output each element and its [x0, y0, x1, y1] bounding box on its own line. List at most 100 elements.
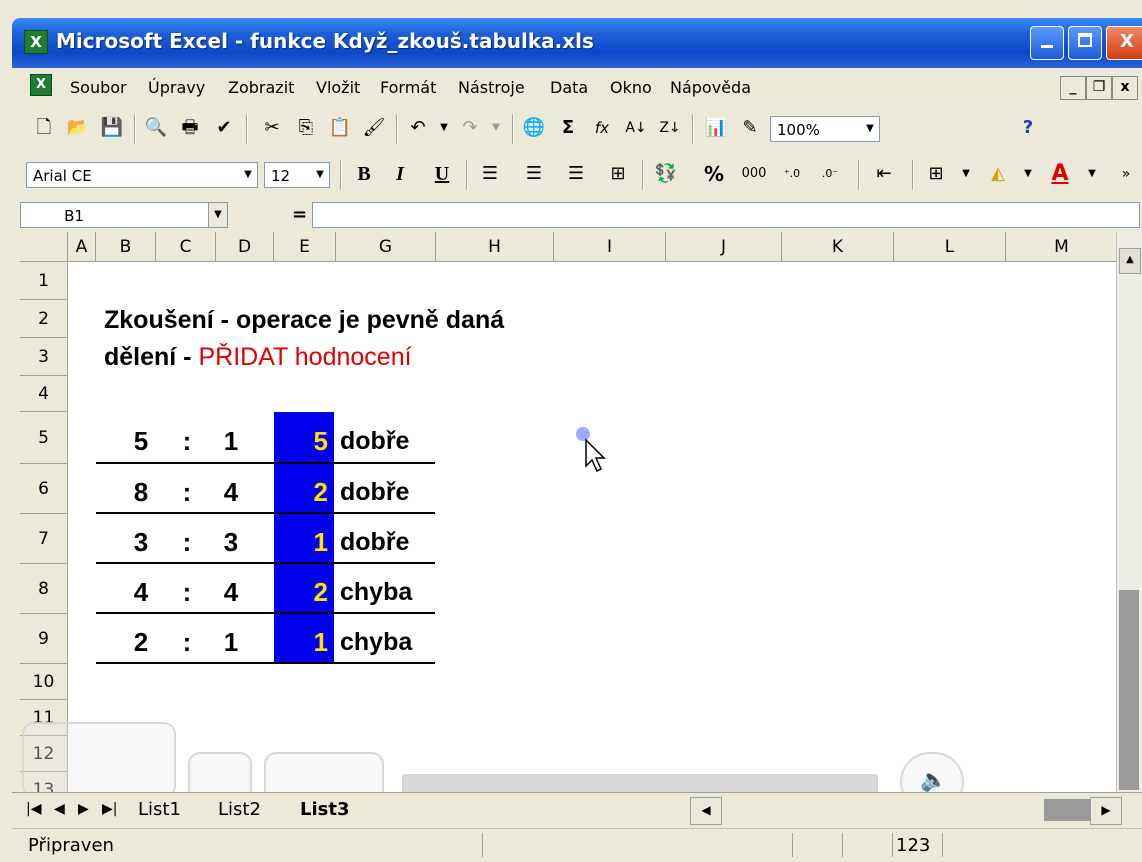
font-color-dropdown-icon[interactable]: ▼	[1078, 160, 1106, 188]
sort-descending-icon[interactable]: Z↓	[656, 114, 684, 142]
print-icon[interactable]: 🖶	[176, 114, 204, 142]
chart-wizard-icon[interactable]: 📊	[702, 114, 730, 142]
operator-cell[interactable]: :	[172, 627, 202, 658]
row-header[interactable]: 7	[20, 514, 68, 564]
row-header[interactable]: 2	[20, 300, 68, 338]
fill-dropdown-icon[interactable]: ▼	[1014, 160, 1042, 188]
scroll-left-button[interactable]: ◀	[690, 797, 722, 825]
last-sheet-icon[interactable]: ▶|	[102, 801, 117, 817]
video-progress-bar[interactable]	[402, 774, 878, 792]
doc-restore-button[interactable]: ❐	[1086, 76, 1112, 100]
menu-vlozit[interactable]: Vložit	[316, 78, 360, 97]
borders-dropdown-icon[interactable]: ▼	[952, 160, 980, 188]
decrease-indent-icon[interactable]: ⇤	[870, 160, 898, 188]
font-name-combo[interactable]: Arial CE ▼	[26, 162, 258, 188]
select-all-corner[interactable]	[20, 232, 68, 262]
formula-equals-button[interactable]: =	[292, 204, 307, 225]
result-cell[interactable]: 2	[274, 477, 328, 508]
print-preview-icon[interactable]: 🔍	[142, 114, 170, 142]
format-painter-icon[interactable]: 🖌	[360, 114, 388, 142]
thousands-button[interactable]: 000	[740, 160, 768, 188]
web-icon[interactable]: 🌐	[520, 114, 548, 142]
menu-nastroje[interactable]: Nástroje	[458, 78, 525, 97]
function-icon[interactable]: fx	[588, 114, 616, 142]
spelling-icon[interactable]: ✔	[210, 114, 238, 142]
column-header[interactable]: E	[274, 232, 336, 262]
new-icon[interactable]: 🗋	[30, 114, 58, 142]
sheet-tab-list2[interactable]: List2	[218, 799, 261, 820]
dividend-cell[interactable]: 2	[126, 627, 156, 658]
divisor-cell[interactable]: 3	[216, 527, 246, 558]
dividend-cell[interactable]: 8	[126, 477, 156, 508]
help-icon[interactable]: ?	[1014, 114, 1042, 142]
column-header[interactable]: J	[666, 232, 782, 262]
dividend-cell[interactable]: 3	[126, 527, 156, 558]
save-icon[interactable]: 💾	[98, 114, 126, 142]
autosum-icon[interactable]: Σ	[554, 114, 582, 142]
cut-icon[interactable]: ✂	[258, 114, 286, 142]
zoom-combo[interactable]: 100% ▼	[770, 116, 880, 142]
column-header[interactable]: I	[554, 232, 666, 262]
horizontal-scroll-thumb[interactable]	[1044, 799, 1090, 821]
menu-zobrazit[interactable]: Zobrazit	[228, 78, 294, 97]
sheet-tab-list3[interactable]: List3	[300, 799, 349, 820]
decrease-decimal-icon[interactable]: .0⁻	[816, 160, 844, 188]
row-header[interactable]: 1	[20, 262, 68, 300]
font-size-combo[interactable]: 12 ▼	[264, 162, 330, 188]
scroll-up-button[interactable]: ▲	[1119, 248, 1141, 274]
scroll-right-button[interactable]: ▶	[1090, 797, 1122, 825]
column-header[interactable]: M	[1006, 232, 1116, 262]
align-center-icon[interactable]: ☰	[520, 160, 548, 188]
undo-dropdown-icon[interactable]: ▼	[430, 114, 458, 142]
column-header[interactable]: C	[156, 232, 216, 262]
video-control-play[interactable]	[264, 752, 384, 792]
row-header[interactable]: 8	[20, 564, 68, 614]
formula-input[interactable]	[312, 202, 1140, 228]
menu-napoveda[interactable]: Nápověda	[670, 78, 751, 97]
minimize-button[interactable]	[1030, 26, 1064, 60]
prev-sheet-icon[interactable]: ◀	[54, 801, 65, 817]
rating-cell[interactable]: chyba	[340, 628, 412, 657]
result-cell[interactable]: 1	[274, 627, 328, 658]
first-sheet-icon[interactable]: |◀	[26, 801, 41, 817]
result-cell[interactable]: 2	[274, 577, 328, 608]
dividend-cell[interactable]: 4	[126, 577, 156, 608]
next-sheet-icon[interactable]: ▶	[78, 801, 89, 817]
video-control-left[interactable]	[22, 722, 176, 792]
paste-icon[interactable]: 📋	[326, 114, 354, 142]
video-control-stop[interactable]	[188, 752, 252, 792]
row-header[interactable]: 9	[20, 614, 68, 664]
increase-decimal-icon[interactable]: ⁺.0	[778, 160, 806, 188]
row-header[interactable]: 3	[20, 338, 68, 376]
scroll-thumb[interactable]	[1119, 590, 1139, 790]
divisor-cell[interactable]: 1	[216, 627, 246, 658]
menu-format[interactable]: Formát	[380, 78, 436, 97]
operator-cell[interactable]: :	[172, 426, 202, 457]
rating-cell[interactable]: chyba	[340, 578, 412, 607]
operator-cell[interactable]: :	[172, 577, 202, 608]
menu-okno[interactable]: Okno	[610, 78, 652, 97]
merge-center-icon[interactable]: ⊞	[604, 160, 632, 188]
percent-button[interactable]: %	[700, 160, 728, 188]
align-left-icon[interactable]: ☰	[476, 160, 504, 188]
operator-cell[interactable]: :	[172, 477, 202, 508]
column-header[interactable]: D	[216, 232, 274, 262]
drawing-icon[interactable]: ✎	[736, 114, 764, 142]
row-header[interactable]: 4	[20, 376, 68, 412]
undo-icon[interactable]: ↶	[404, 114, 432, 142]
align-right-icon[interactable]: ☰	[562, 160, 590, 188]
dividend-cell[interactable]: 5	[126, 426, 156, 457]
redo-icon[interactable]: ↷	[456, 114, 484, 142]
column-header[interactable]: B	[96, 232, 156, 262]
vertical-scrollbar[interactable]: ▲	[1116, 232, 1142, 792]
menu-soubor[interactable]: Soubor	[70, 78, 127, 97]
fill-color-icon[interactable]: ◭	[984, 160, 1012, 188]
name-box[interactable]: B1 ▼	[20, 202, 228, 228]
doc-close-button[interactable]: x	[1112, 76, 1138, 100]
column-header[interactable]: K	[782, 232, 894, 262]
column-header[interactable]: H	[436, 232, 554, 262]
row-header[interactable]: 5	[20, 412, 68, 464]
close-button[interactable]: X	[1106, 26, 1142, 60]
divisor-cell[interactable]: 1	[216, 426, 246, 457]
worksheet-grid[interactable]: A B C D E G H I J K L M 1 2 3 4 5 6 7 8 …	[20, 232, 1116, 792]
